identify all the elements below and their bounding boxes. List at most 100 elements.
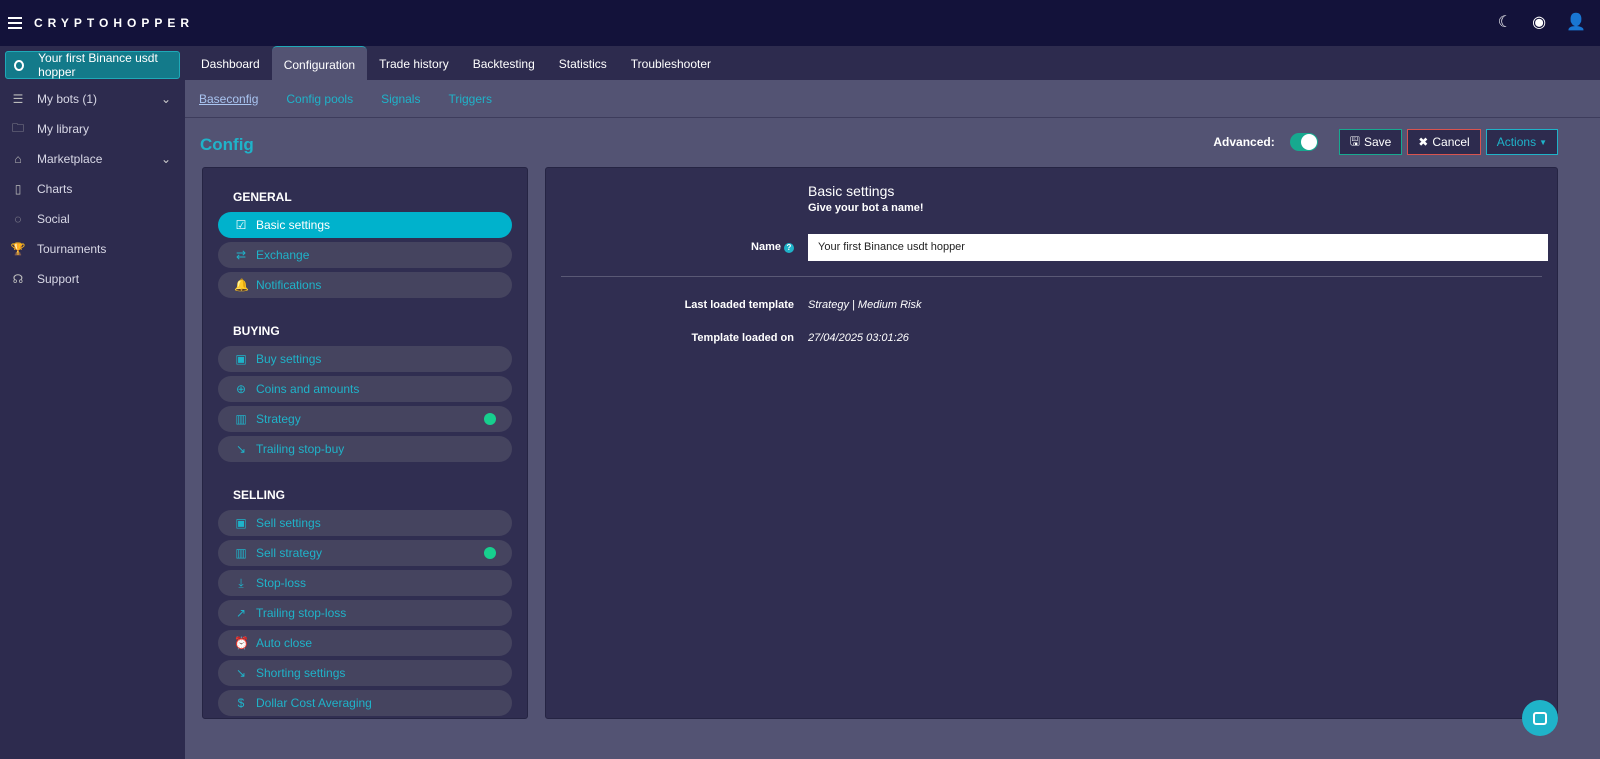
menu-item-icon: 🔔: [234, 278, 249, 292]
sidebar-item[interactable]: ☰ My bots (1) ⌄: [0, 84, 185, 114]
sidebar-item-label: Social: [37, 212, 70, 226]
sidebar: Your first Binance usdt hopper ☰ My bots …: [0, 46, 185, 759]
menu-item-label: Auto close: [256, 636, 313, 650]
top-bar: CRYPTOHOPPER ☾ ◉ 👤: [0, 0, 1600, 46]
advanced-label: Advanced:: [1213, 135, 1275, 149]
menu-item[interactable]: ⊕ Coins and amounts: [218, 376, 512, 402]
section-heading: GENERAL: [233, 190, 292, 204]
section-heading: BUYING: [233, 324, 280, 338]
menu-item[interactable]: ▣ Buy settings: [218, 346, 512, 372]
menu-item[interactable]: ↘ Trailing stop-buy: [218, 436, 512, 462]
menu-item-label: Dollar Cost Averaging: [256, 696, 372, 710]
menu-item-icon: ▥: [235, 412, 247, 426]
trophy-icon: 🏆: [10, 242, 26, 256]
sub-tabs: Baseconfig Config pools Signals Triggers: [185, 80, 1600, 118]
menu-item-label: Stop-loss: [256, 576, 307, 590]
sidebar-item[interactable]: ◌ Social: [0, 204, 185, 234]
loaded-label: Template loaded on: [691, 332, 794, 344]
help-icon[interactable]: ?: [784, 243, 794, 253]
menu-item-icon: ☑: [235, 218, 247, 232]
sidebar-item[interactable]: 🗀 My library: [0, 114, 185, 144]
cancel-label: Cancel: [1432, 135, 1470, 149]
subtab[interactable]: Signals: [381, 92, 420, 106]
status-dot: [484, 413, 496, 425]
logo[interactable]: CRYPTOHOPPER: [34, 16, 194, 30]
menu-item-icon: $: [237, 696, 245, 710]
menu-item-icon: ▥: [235, 546, 247, 560]
chat-button[interactable]: [1522, 700, 1558, 736]
menu-item[interactable]: 🔔 Notifications: [218, 272, 512, 298]
menu-icon[interactable]: [8, 17, 22, 29]
sidebar-item-label: Charts: [37, 182, 73, 196]
menu-item[interactable]: ▥ Strategy: [218, 406, 512, 432]
tab[interactable]: Dashboard: [189, 46, 272, 80]
menu-item[interactable]: ⇄ Exchange: [218, 242, 512, 268]
menu-item[interactable]: ▣ Sell settings: [218, 510, 512, 536]
actions-dropdown[interactable]: Actions ▼: [1485, 129, 1558, 155]
menu-item[interactable]: ☑ Basic settings: [218, 212, 512, 238]
menu-item-label: Strategy: [256, 412, 301, 426]
actions-label: Actions: [1496, 135, 1537, 149]
tab[interactable]: Configuration: [271, 46, 368, 80]
menu-item-icon: ↘: [235, 666, 247, 680]
sidebar-item[interactable]: 🏆 Tournaments: [0, 234, 185, 264]
menu-item-label: Sell settings: [256, 516, 321, 530]
menu-item[interactable]: ⏰ Auto close: [218, 630, 512, 656]
bar-chart-icon: ▯: [14, 182, 22, 196]
chat-icon: [1533, 711, 1547, 725]
loaded-value: 27/04/2025 03:01:26: [808, 332, 909, 344]
caret-down-icon: ▼: [1539, 137, 1547, 147]
sidebar-item[interactable]: ⌂ Marketplace ⌄: [0, 144, 185, 174]
menu-item-label: Shorting settings: [256, 666, 346, 680]
name-input[interactable]: [808, 234, 1548, 261]
save-label: Save: [1363, 135, 1392, 149]
menu-item-icon: ▣: [235, 352, 247, 366]
divider: [561, 276, 1542, 277]
folder-icon: 🗀: [11, 120, 24, 135]
sidebar-item[interactable]: ▯ Charts: [0, 174, 185, 204]
section-title: Basic settings: [808, 183, 895, 199]
subtab[interactable]: Baseconfig: [199, 92, 258, 106]
menu-item-label: Sell strategy: [256, 546, 323, 560]
headset-icon: ☊: [12, 272, 24, 286]
tab[interactable]: Statistics: [547, 46, 619, 80]
tab[interactable]: Backtesting: [461, 46, 547, 80]
menu-item-label: Trailing stop-loss: [256, 606, 347, 620]
database-icon: ☰: [12, 92, 24, 106]
chevron-down-icon[interactable]: ⌄: [161, 152, 171, 166]
menu-item[interactable]: $ Dollar Cost Averaging: [218, 690, 512, 716]
menu-item-label: Exchange: [256, 248, 310, 262]
bot-selector[interactable]: Your first Binance usdt hopper: [5, 51, 180, 79]
save-button[interactable]: 🖫 Save: [1338, 129, 1403, 155]
sidebar-item-label: Tournaments: [37, 242, 107, 256]
menu-item-icon: ↘: [235, 442, 247, 456]
menu-item-icon: ⏰: [234, 636, 249, 650]
template-label: Last loaded template: [684, 299, 794, 311]
discord-icon[interactable]: ◉: [1532, 12, 1546, 32]
menu-item-icon: ⤓: [238, 575, 244, 590]
tab[interactable]: Troubleshooter: [619, 46, 723, 80]
bot-name: Your first Binance usdt hopper: [38, 51, 158, 79]
menu-item[interactable]: ↘ Shorting settings: [218, 660, 512, 686]
chevron-down-icon[interactable]: ⌄: [161, 92, 171, 106]
menu-item-icon: ↗: [235, 606, 247, 620]
cancel-button[interactable]: ✖ Cancel: [1407, 129, 1481, 155]
subtab[interactable]: Config pools: [286, 92, 353, 106]
menu-item-icon: ▣: [235, 516, 247, 530]
menu-item[interactable]: ↗ Trailing stop-loss: [218, 600, 512, 626]
save-icon: 🖫: [1349, 133, 1360, 148]
menu-item[interactable]: ▥ Sell strategy: [218, 540, 512, 566]
advanced-toggle[interactable]: [1289, 133, 1318, 151]
bot-status-icon: [14, 59, 25, 71]
menu-item-icon: ⊕: [235, 382, 247, 396]
sidebar-item-label: Marketplace: [37, 152, 103, 166]
menu-item-label: Coins and amounts: [256, 382, 360, 396]
menu-item-label: Trailing stop-buy: [256, 442, 345, 456]
user-icon[interactable]: 👤: [1566, 12, 1586, 32]
close-icon: ✖: [1418, 135, 1429, 149]
menu-item[interactable]: ⤓ Stop-loss: [218, 570, 512, 596]
sidebar-item[interactable]: ☊ Support: [0, 264, 185, 294]
tab[interactable]: Trade history: [367, 46, 461, 80]
dark-mode-icon[interactable]: ☾: [1498, 12, 1512, 32]
subtab[interactable]: Triggers: [448, 92, 492, 106]
